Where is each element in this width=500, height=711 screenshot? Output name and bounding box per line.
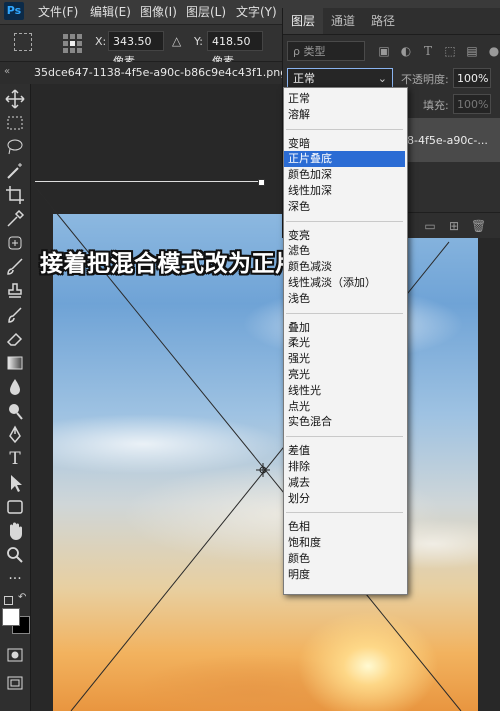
eraser-tool-icon[interactable]	[4, 328, 26, 350]
smart-object-filter-icon[interactable]: ▤	[465, 44, 479, 58]
transform-center-crosshair	[256, 463, 270, 477]
collapse-arrows-icon[interactable]: «	[4, 66, 10, 77]
brush-tool-icon[interactable]	[4, 256, 26, 278]
quick-mask-icon[interactable]	[4, 644, 26, 666]
blend-group-separator	[286, 128, 403, 130]
eyedropper-tool-icon[interactable]	[4, 208, 26, 230]
path-selection-tool-icon[interactable]	[4, 472, 26, 494]
blend-option[interactable]: 溶解	[284, 107, 405, 123]
screen-mode-icon[interactable]	[4, 672, 26, 694]
blend-mode-select[interactable]: 正常 ⌄	[287, 68, 393, 88]
zoom-tool-icon[interactable]	[4, 544, 26, 566]
blend-option[interactable]: 饱和度	[284, 535, 405, 551]
foreground-color-swatch[interactable]	[2, 608, 20, 626]
panel-divider	[283, 34, 500, 35]
healing-brush-tool-icon[interactable]	[4, 232, 26, 254]
blend-group-separator	[286, 220, 403, 222]
rectangle-tool-icon[interactable]	[4, 496, 26, 518]
document-tab-bar: « 35dce647-1138-4f5e-a90c-b86c9e4c43f1.p…	[0, 62, 287, 85]
shape-filter-icon[interactable]: ⬚	[443, 44, 457, 58]
blend-option[interactable]: 变亮	[284, 228, 405, 244]
gradient-tool-icon[interactable]	[4, 352, 26, 374]
blend-option[interactable]: 减去	[284, 475, 405, 491]
blend-option[interactable]: 变暗	[284, 136, 405, 152]
menu-type[interactable]: 文字(Y)	[236, 0, 277, 24]
menu-image[interactable]: 图像(I)	[140, 0, 177, 24]
blend-mode-value: 正常	[293, 72, 315, 85]
document-tab[interactable]: 35dce647-1138-4f5e-a90c-b86c9e4c43f1.png	[34, 62, 287, 84]
magic-wand-tool-icon[interactable]	[4, 160, 26, 182]
marquee-tool-icon[interactable]	[4, 112, 26, 134]
blend-group-separator	[286, 436, 403, 438]
clone-stamp-tool-icon[interactable]	[4, 280, 26, 302]
layer-filter-select[interactable]: ρ 类型	[287, 41, 365, 61]
photoshop-logo: Ps	[4, 2, 24, 20]
default-colors-icon[interactable]	[4, 596, 13, 605]
pen-tool-icon[interactable]	[4, 424, 26, 446]
blend-option[interactable]: 叠加	[284, 320, 405, 336]
more-tools-icon[interactable]: ···	[4, 568, 26, 590]
blend-option[interactable]: 浅色	[284, 291, 405, 307]
blend-group-separator	[286, 312, 403, 314]
move-tool-icon[interactable]	[4, 88, 26, 110]
blur-tool-icon[interactable]	[4, 376, 26, 398]
opacity-input[interactable]: 100%	[453, 68, 491, 88]
fill-input[interactable]: 100%	[453, 94, 491, 114]
blend-option[interactable]: 颜色加深	[284, 167, 405, 183]
layer-name: 8-4f5e-a90c-...	[407, 134, 488, 147]
blend-mode-dropdown: 正常 溶解变暗 正片叠底 颜色加深 线性加深 深色变亮 滤色 颜色减淡 线性减淡（添加） 浅色叠加…	[283, 87, 408, 595]
blend-group-separator	[286, 512, 403, 514]
x-position-input[interactable]: 343.50 像素	[108, 31, 164, 68]
transform-tool-icon	[14, 33, 32, 51]
adjustment-filter-icon[interactable]: ◐	[399, 44, 413, 58]
opacity-label: 不透明度:	[401, 73, 449, 86]
new-group-icon[interactable]: ▭	[423, 219, 437, 233]
blend-option[interactable]: 线性光	[284, 383, 405, 399]
blend-option[interactable]: 颜色减淡	[284, 259, 405, 275]
blend-option[interactable]: 柔光	[284, 335, 405, 351]
filter-toggle-icon[interactable]: ●	[487, 44, 500, 58]
tab-channels[interactable]: 通道	[323, 8, 363, 34]
blend-option[interactable]: 色相	[284, 519, 405, 535]
menu-layer[interactable]: 图层(L)	[186, 0, 226, 24]
type-tool-icon[interactable]: T	[4, 448, 26, 470]
blend-option[interactable]: 线性减淡（添加）	[284, 275, 405, 291]
menu-edit[interactable]: 编辑(E)	[90, 0, 131, 24]
blend-option[interactable]: 线性加深	[284, 183, 405, 199]
swap-colors-icon[interactable]: ↶	[18, 592, 26, 603]
reference-point-icon[interactable]	[60, 31, 82, 53]
blend-option[interactable]: 划分	[284, 491, 405, 507]
blend-option[interactable]: 正常	[284, 91, 405, 107]
tab-layers[interactable]: 图层	[283, 8, 324, 34]
blend-option[interactable]: 强光	[284, 351, 405, 367]
y-label: Y:	[194, 35, 203, 48]
blend-option[interactable]: 深色	[284, 199, 405, 215]
blend-option[interactable]: 颜色	[284, 551, 405, 567]
chevron-down-icon: ⌄	[377, 72, 387, 85]
tab-paths[interactable]: 路径	[363, 8, 403, 34]
pixel-filter-icon[interactable]: ▣	[377, 44, 391, 58]
blend-option[interactable]: 实色混合	[284, 414, 405, 430]
history-brush-tool-icon[interactable]	[4, 304, 26, 326]
blend-option[interactable]: 排除	[284, 459, 405, 475]
dodge-tool-icon[interactable]	[4, 400, 26, 422]
y-position-input[interactable]: 418.50 像素	[207, 31, 263, 68]
blend-option[interactable]: 滤色	[284, 243, 405, 259]
menu-file[interactable]: 文件(F)	[38, 0, 78, 24]
new-layer-icon[interactable]: ⊞	[447, 219, 461, 233]
blend-option[interactable]: 点光	[284, 399, 405, 415]
hand-tool-icon[interactable]	[4, 520, 26, 542]
x-label: X:	[95, 35, 107, 48]
lasso-tool-icon[interactable]	[4, 136, 26, 158]
type-filter-icon[interactable]: T	[421, 44, 435, 58]
trash-icon[interactable]: 🗑	[471, 219, 486, 233]
blend-option[interactable]: 差值	[284, 443, 405, 459]
delta-icon[interactable]: △	[172, 34, 181, 48]
tools-panel: T ··· ↶	[0, 84, 31, 711]
fill-label: 填充:	[423, 99, 449, 112]
blend-option[interactable]: 明度	[284, 567, 405, 583]
blend-option[interactable]: 亮光	[284, 367, 405, 383]
crop-tool-icon[interactable]	[4, 184, 26, 206]
blend-option[interactable]: 正片叠底	[284, 151, 405, 168]
